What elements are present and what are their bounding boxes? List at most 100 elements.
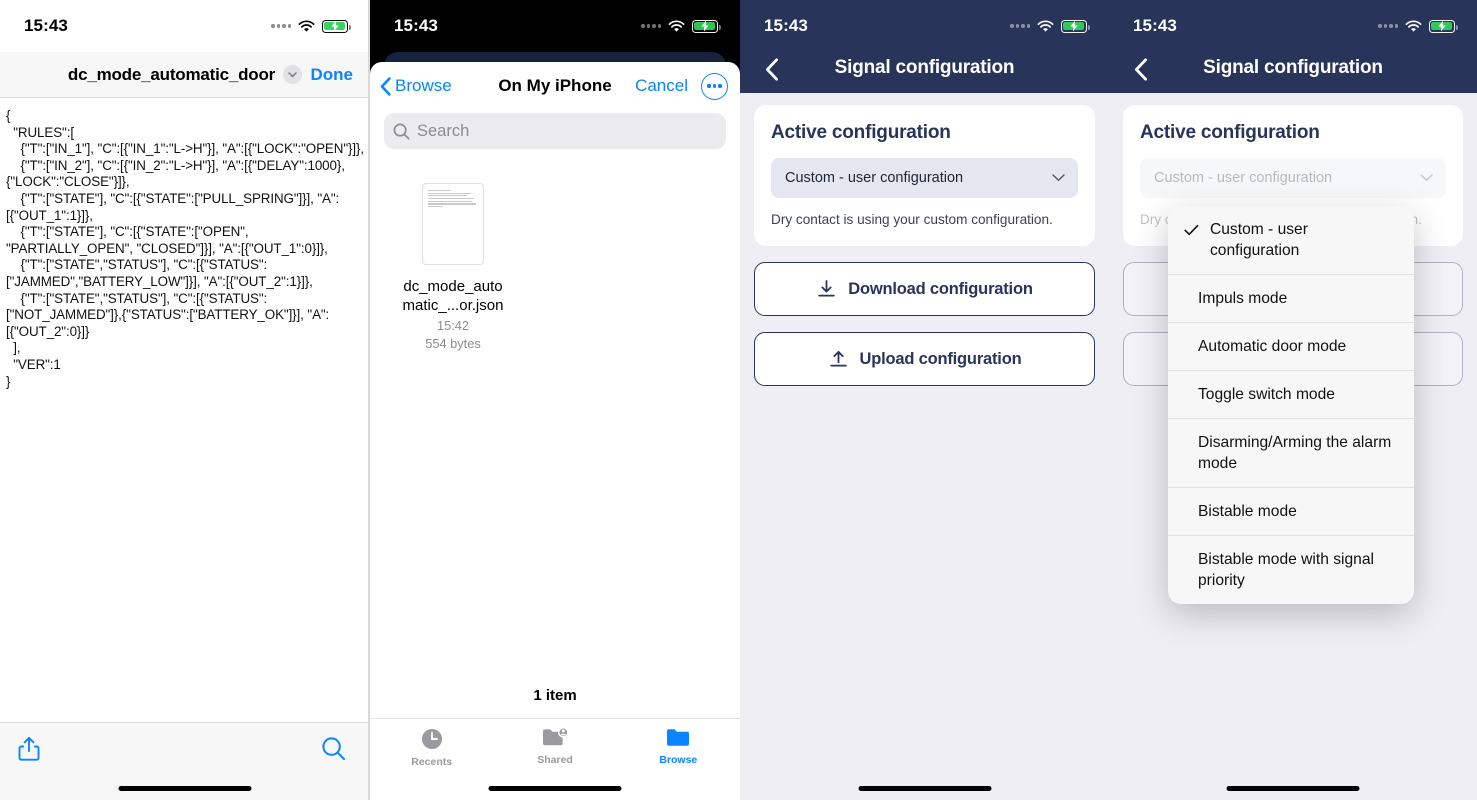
file-grid: dc_mode_auto matic_...or.json 15:42 554 … xyxy=(370,149,740,351)
upload-icon xyxy=(829,350,847,366)
file-time: 15:42 xyxy=(436,318,470,333)
download-configuration-label: Download configuration xyxy=(848,279,1033,298)
chevron-down-icon xyxy=(1052,174,1065,182)
configuration-select[interactable]: Custom - user configuration xyxy=(771,158,1078,198)
json-content-area[interactable]: { "RULES":[ {"T":["IN_1"], "C":[{"IN_1":… xyxy=(0,98,370,720)
battery-charging-icon xyxy=(322,19,351,33)
wifi-icon xyxy=(1037,19,1054,32)
search-icon xyxy=(393,123,410,139)
dropdown-option-disarming-arming[interactable]: Disarming/Arming the alarm mode xyxy=(1168,419,1414,488)
search-input[interactable]: Search xyxy=(384,113,726,149)
search-icon[interactable] xyxy=(321,736,346,766)
json-code-text: { "RULES":[ {"T":["IN_1"], "C":[{"IN_1":… xyxy=(6,108,364,389)
signal-dots-icon xyxy=(1010,24,1030,28)
done-button[interactable]: Done xyxy=(311,65,354,85)
panel-signal-configuration: 15:43 Signal configuration Active config… xyxy=(740,0,1109,800)
battery-charging-icon xyxy=(1061,19,1090,33)
status-bar: 15:43 xyxy=(370,0,740,52)
dropdown-option-impuls[interactable]: Impuls mode xyxy=(1168,275,1414,323)
chevron-left-icon xyxy=(380,76,391,96)
document-thumbnail-icon xyxy=(422,183,484,265)
active-configuration-card: Active configuration Custom - user confi… xyxy=(754,105,1095,246)
status-bar-time: 15:43 xyxy=(24,16,68,35)
file-name: dc_mode_auto matic_...or.json xyxy=(403,277,504,315)
wifi-icon xyxy=(298,19,315,32)
download-icon xyxy=(818,279,835,296)
configuration-dropdown-menu[interactable]: Custom - user configuration Impuls mode … xyxy=(1168,206,1414,604)
wifi-icon xyxy=(1405,19,1422,32)
dropdown-option-label: Custom - user configuration xyxy=(1210,221,1308,259)
files-tab-bar: Recents Shared Browse xyxy=(370,718,740,778)
dropdown-option-label: Toggle switch mode xyxy=(1198,386,1335,403)
back-button[interactable] xyxy=(1127,55,1155,83)
tab-shared[interactable]: Shared xyxy=(493,726,616,766)
wifi-icon xyxy=(668,19,685,32)
file-name-line-1: dc_mode_auto xyxy=(403,278,503,295)
signal-dots-icon xyxy=(271,24,291,28)
tab-label: Recents xyxy=(411,756,453,768)
more-circle-icon[interactable] xyxy=(701,72,728,100)
app-header: 15:43 Signal configuration xyxy=(1109,0,1477,93)
sheet-nav-bar: Browse On My iPhone Cancel xyxy=(370,62,740,110)
search-placeholder: Search xyxy=(417,121,470,140)
app-header: 15:43 Signal configuration xyxy=(740,0,1109,93)
list-item[interactable]: dc_mode_auto matic_...or.json 15:42 554 … xyxy=(388,183,518,351)
sheet-nav-actions: Cancel xyxy=(635,72,728,100)
card-title: Active configuration xyxy=(771,122,951,143)
configuration-select[interactable]: Custom - user configuration xyxy=(1140,158,1446,198)
back-label: Browse xyxy=(395,76,452,95)
panel-files-picker: 15:43 Browse On My iPhone Cancel Search … xyxy=(370,0,740,800)
page-title: Signal configuration xyxy=(1203,57,1383,78)
share-icon[interactable] xyxy=(18,736,40,767)
configuration-hint: Dry contact is using your custom configu… xyxy=(771,212,1053,227)
home-indicator xyxy=(858,786,991,791)
preview-nav-bar: dc_mode_automatic_door Done xyxy=(0,52,370,98)
status-bar-indicators xyxy=(1010,19,1090,33)
home-indicator xyxy=(118,786,252,791)
chevron-down-icon xyxy=(1420,174,1433,182)
page-title: dc_mode_automatic_door xyxy=(67,64,276,84)
dropdown-option-toggle-switch[interactable]: Toggle switch mode xyxy=(1168,371,1414,419)
dropdown-option-label: Bistable mode xyxy=(1198,503,1297,520)
checkmark-icon xyxy=(1184,219,1200,242)
dropdown-option-custom[interactable]: Custom - user configuration xyxy=(1168,206,1414,275)
upload-configuration-button[interactable]: Upload configuration xyxy=(754,332,1095,386)
page-title: Signal configuration xyxy=(834,57,1015,78)
dropdown-option-label: Disarming/Arming the alarm mode xyxy=(1198,434,1392,472)
app-content: Active configuration Custom - user confi… xyxy=(740,93,1109,386)
clock-icon xyxy=(421,729,442,749)
dropdown-option-label: Bistable mode with signal priority xyxy=(1198,551,1374,589)
panel-signal-configuration-dropdown: 15:43 Signal configuration Active config… xyxy=(1109,0,1477,800)
tab-browse[interactable]: Browse xyxy=(617,726,740,766)
signal-dots-icon xyxy=(1378,24,1398,28)
dropdown-option-bistable[interactable]: Bistable mode xyxy=(1168,488,1414,536)
file-size: 554 bytes xyxy=(425,336,481,351)
status-bar: 15:43 xyxy=(0,0,370,52)
back-button[interactable] xyxy=(758,55,786,83)
panel-json-preview: 15:43 dc_mode_automatic_door Done {"RUL… xyxy=(0,0,370,800)
item-count-label: 1 item xyxy=(533,687,577,704)
chevron-down-icon[interactable] xyxy=(283,65,303,84)
dropdown-option-bistable-signal-priority[interactable]: Bistable mode with signal priority xyxy=(1168,536,1414,604)
cancel-button[interactable]: Cancel xyxy=(635,76,688,96)
home-indicator xyxy=(488,786,622,791)
dropdown-option-label: Automatic door mode xyxy=(1198,338,1347,355)
tab-label: Shared xyxy=(537,754,573,766)
home-indicator xyxy=(1226,786,1360,791)
status-bar: 15:43 xyxy=(740,0,1109,52)
upload-configuration-label: Upload configuration xyxy=(859,349,1022,368)
sheet-title: On My iPhone xyxy=(498,76,612,95)
dropdown-option-label: Impuls mode xyxy=(1198,290,1288,307)
battery-charging-icon xyxy=(692,19,721,33)
status-bar-indicators xyxy=(641,19,721,33)
card-title: Active configuration xyxy=(1140,122,1320,143)
dropdown-option-automatic-door[interactable]: Automatic door mode xyxy=(1168,323,1414,371)
tab-recents[interactable]: Recents xyxy=(370,726,493,768)
status-bar-indicators xyxy=(271,19,351,33)
chevron-left-icon xyxy=(766,57,778,81)
download-configuration-button[interactable]: Download configuration xyxy=(754,262,1095,316)
shared-folder-icon xyxy=(542,726,569,746)
status-bar-indicators xyxy=(1378,19,1458,33)
back-to-browse-button[interactable]: Browse xyxy=(380,76,452,96)
battery-charging-icon xyxy=(1429,19,1458,33)
